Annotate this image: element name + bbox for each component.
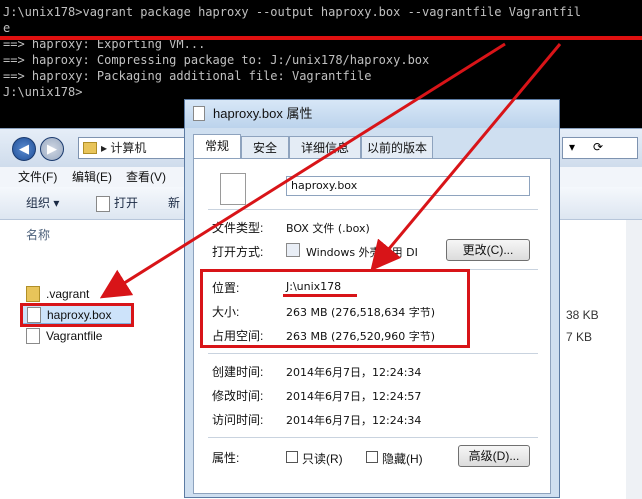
file-type-label: 文件类型:: [212, 221, 264, 235]
location-underline: [283, 294, 357, 297]
created-value: 2014年6月7日，12:24:34: [286, 366, 422, 379]
menu-view[interactable]: 查看(V): [126, 167, 166, 187]
accessed-label: 访问时间:: [212, 413, 264, 427]
separator: [208, 437, 538, 438]
folder-icon: [26, 286, 40, 302]
highlight-info-box: [200, 269, 470, 348]
refresh-icon[interactable]: ⟳: [593, 140, 603, 154]
advanced-button[interactable]: 高级(D)...: [458, 445, 530, 467]
file-type-value: BOX 文件 (.box): [286, 222, 370, 235]
menu-file[interactable]: 文件(F): [18, 167, 57, 187]
new-button[interactable]: 新: [168, 187, 180, 219]
open-with-label: 打开方式:: [212, 245, 264, 259]
change-button[interactable]: 更改(C)...: [446, 239, 530, 261]
menu-edit[interactable]: 编辑(E): [72, 167, 112, 187]
modified-label: 修改时间:: [212, 389, 264, 403]
readonly-checkbox[interactable]: [286, 451, 298, 463]
open-button[interactable]: 打开: [114, 187, 138, 219]
chevron-down-icon[interactable]: ▾: [569, 140, 575, 154]
refresh-search-area[interactable]: ▾ ⟳: [562, 137, 638, 159]
forward-arrow-icon[interactable]: ▶: [40, 137, 64, 161]
list-item[interactable]: .vagrant: [22, 284, 166, 304]
document-icon: [96, 196, 110, 212]
dialog-titlebar: haproxy.box 属性: [185, 100, 559, 128]
file-icon: [26, 328, 40, 344]
file-icon: [193, 106, 205, 121]
command-underline: [0, 36, 642, 40]
filename-field[interactable]: haproxy.box: [286, 176, 530, 196]
console-prompt: J:\unix178>: [3, 85, 83, 99]
console-line: e: [3, 21, 11, 35]
hidden-checkbox[interactable]: [366, 451, 378, 463]
tab-previous-versions[interactable]: 以前的版本: [361, 136, 433, 158]
tab-security[interactable]: 安全: [241, 136, 289, 158]
file-large-icon: [220, 173, 246, 205]
file-size: 38 KB: [566, 308, 599, 322]
separator: [208, 353, 538, 354]
organize-button[interactable]: 组织 ▾: [26, 187, 59, 219]
address-bar[interactable]: ▸ 计算机: [78, 137, 188, 159]
file-name: Vagrantfile: [46, 329, 103, 343]
file-size: 7 KB: [566, 330, 593, 344]
created-label: 创建时间:: [212, 365, 264, 379]
console-line: ==> haproxy: Compressing package to: J:/…: [3, 53, 430, 67]
accessed-value: 2014年6月7日，12:24:34: [286, 414, 422, 427]
highlight-file-box: [20, 303, 134, 327]
back-arrow-icon[interactable]: ◀: [12, 137, 36, 161]
tab-details[interactable]: 详细信息: [289, 136, 361, 158]
readonly-label: 只读(R): [302, 452, 343, 466]
application-icon: [286, 243, 300, 257]
folder-icon: [83, 142, 97, 154]
hidden-label: 隐藏(H): [382, 452, 423, 466]
dialog-title: haproxy.box 属性: [213, 106, 313, 121]
console-line: J:\unix178>vagrant package haproxy --out…: [3, 5, 581, 19]
vertical-scrollbar[interactable]: [626, 220, 642, 499]
address-text: ▸ 计算机: [101, 141, 147, 155]
separator: [208, 209, 538, 210]
console-line: ==> haproxy: Packaging additional file: …: [3, 69, 372, 83]
modified-value: 2014年6月7日，12:24:57: [286, 390, 422, 403]
tab-general[interactable]: 常规: [193, 134, 241, 158]
open-with-value: Windows 外壳公用 DI: [306, 246, 418, 259]
column-header-name[interactable]: 名称: [26, 226, 50, 243]
file-name: .vagrant: [46, 287, 90, 301]
attributes-label: 属性:: [212, 451, 240, 465]
list-item[interactable]: Vagrantfile: [22, 326, 166, 346]
